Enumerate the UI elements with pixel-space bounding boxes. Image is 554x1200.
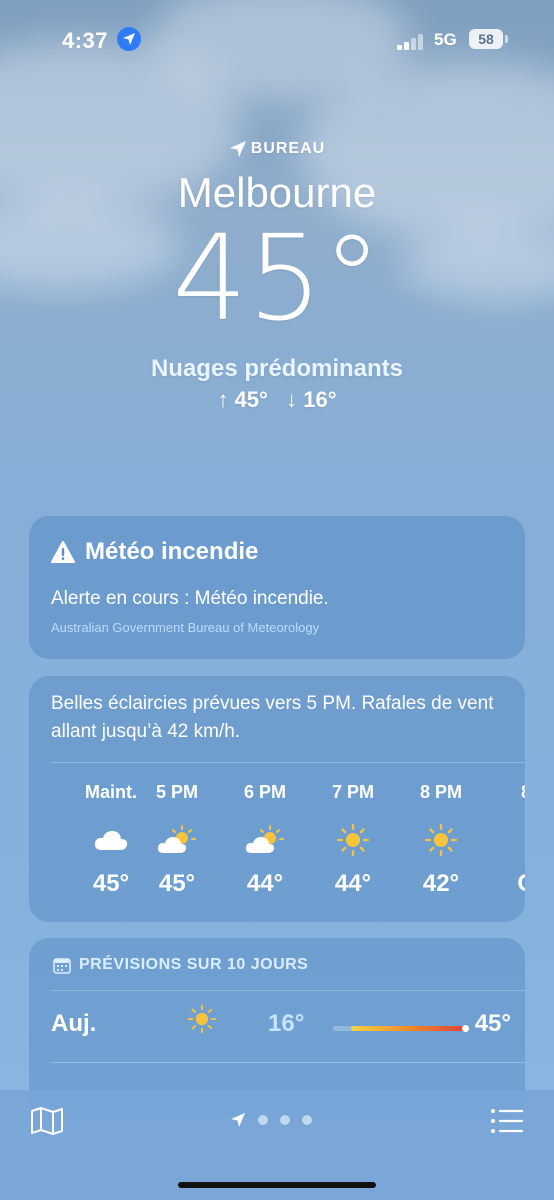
temperature-range-fill — [350, 1026, 467, 1031]
forecast-high: 45° — [474, 1010, 511, 1037]
hourly-scroller[interactable]: Maint. 45° 5 PM 45° 6 PM 44° 7 PM 44° 8 … — [29, 782, 525, 912]
hour-label: 8 PM — [419, 782, 462, 802]
hour-item: 7 PM 44° — [318, 782, 388, 898]
sun-icon — [318, 810, 388, 870]
alert-text: Alerte en cours : Météo incendie. — [51, 588, 329, 609]
bottom-toolbar — [0, 1090, 554, 1200]
forecast-low: 16° — [268, 1010, 305, 1037]
hour-item: 6 PM 44° — [230, 782, 300, 898]
location-arrow-icon — [229, 141, 246, 157]
sun-icon — [187, 1004, 217, 1039]
divider — [51, 1062, 525, 1063]
page-dot — [258, 1115, 268, 1125]
divider — [51, 762, 525, 763]
page-indicator[interactable] — [230, 1112, 312, 1128]
hour-temp: 44° — [334, 870, 372, 897]
location-arrow-icon — [231, 1113, 245, 1127]
status-time: 4:37 — [62, 28, 109, 53]
hour-label: 5 PM — [155, 782, 198, 802]
location-label: BUREAU — [229, 140, 325, 158]
hourly-forecast-card[interactable]: Belles éclaircies prévues vers 5 PM. Raf… — [29, 676, 525, 922]
high-low: ↑ 45° ↓ 16° — [0, 387, 554, 413]
alert-title: Météo incendie — [51, 538, 258, 566]
page-dot — [280, 1115, 290, 1125]
page-dot — [302, 1115, 312, 1125]
high-temp: ↑ 45° — [217, 387, 268, 412]
low-temp: ↓ 16° — [286, 387, 337, 412]
temperature-range-bar — [333, 1025, 470, 1032]
partly-sunny-icon — [142, 810, 212, 870]
condition-text: Nuages prédominants — [150, 355, 404, 382]
cloud-icon — [76, 810, 146, 870]
hour-item: 5 PM 45° — [142, 782, 212, 898]
status-bar: 4:37 5G 58 — [0, 24, 554, 60]
map-icon — [31, 1107, 63, 1135]
hour-temp: 42° — [422, 870, 460, 897]
hour-temp: C — [491, 870, 525, 898]
fire-weather-alert-card[interactable]: Météo incendie Alerte en cours : Météo i… — [29, 516, 525, 659]
hour-label: 7 PM — [331, 782, 374, 802]
hour-temp: 45° — [92, 870, 130, 897]
forecast-row[interactable]: Auj. 16° 45° — [51, 1004, 511, 1046]
hour-label: Maint. — [85, 782, 137, 802]
hourly-summary: Belles éclaircies prévues vers 5 PM. Raf… — [51, 693, 494, 742]
home-indicator — [178, 1182, 376, 1188]
weather-header: BUREAU Melbourne 45° Nuages prédominants… — [0, 140, 554, 413]
hour-item: Maint. 45° — [76, 782, 146, 898]
cellular-signal-icon — [397, 34, 427, 50]
location-services-icon — [117, 27, 141, 51]
sun-icon — [406, 810, 476, 870]
battery-icon: 58 — [469, 29, 503, 49]
calendar-icon — [53, 957, 71, 974]
hour-item: 8 PM 42° — [406, 782, 476, 898]
alert-title-text: Météo incendie — [85, 538, 259, 565]
hour-label: 8 — [491, 782, 525, 810]
network-type: 5G — [434, 30, 457, 49]
hour-label: 6 PM — [243, 782, 286, 802]
map-button[interactable] — [30, 1106, 66, 1138]
divider — [51, 990, 525, 991]
list-icon — [491, 1109, 524, 1133]
hour-temp: 44° — [246, 870, 284, 897]
alert-source-link[interactable]: Australian Government Bureau of Meteorol… — [51, 620, 319, 635]
current-temperature: 45° — [172, 209, 382, 347]
location-label-text: BUREAU — [250, 140, 326, 157]
current-temp-marker — [462, 1025, 470, 1032]
sun-icon — [491, 810, 525, 870]
warning-icon — [51, 541, 75, 563]
forecast-title: PRÉVISIONS SUR 10 JOURS — [53, 956, 308, 974]
hour-item: 8 C — [491, 782, 525, 898]
partly-sunny-icon — [230, 810, 300, 870]
city-list-button[interactable] — [490, 1108, 524, 1136]
battery-nub — [505, 35, 508, 43]
hour-temp: 45° — [158, 870, 196, 897]
forecast-day: Auj. — [51, 1010, 97, 1037]
forecast-title-text: PRÉVISIONS SUR 10 JOURS — [79, 956, 309, 973]
